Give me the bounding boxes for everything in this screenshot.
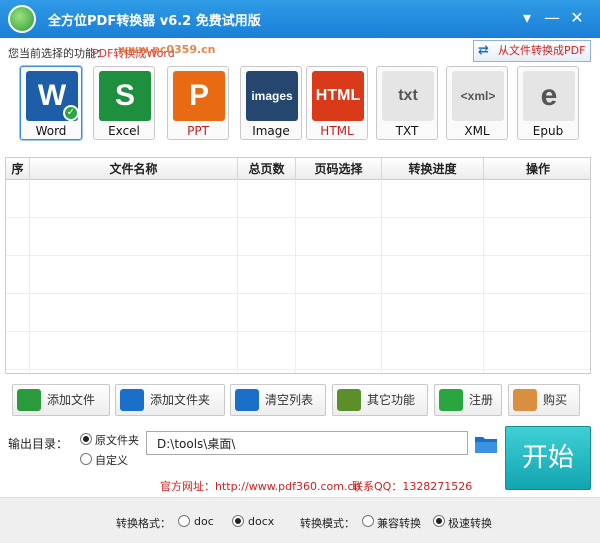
watermark-text: www.pc0359.cn — [118, 43, 216, 56]
window-title: 全方位PDF转换器 v6.2 免费试用版 — [48, 14, 261, 29]
format-tile-word[interactable]: W ✓ Word — [20, 66, 82, 140]
format-doc-label: doc — [194, 515, 214, 528]
add-folder-button[interactable]: 添加文件夹 — [115, 384, 225, 416]
format-label: Excel — [108, 124, 140, 138]
convert-to-pdf-button[interactable]: ⇄ 从文件转换成PDF — [473, 40, 591, 62]
minimize-button[interactable]: — — [541, 8, 563, 28]
table-row[interactable] — [6, 256, 590, 294]
radio-mode-fast[interactable] — [433, 515, 445, 527]
epub-format-icon: e — [523, 71, 575, 121]
table-header: 序 文件名称 总页数 页码选择 转换进度 操作 — [6, 158, 590, 180]
format-docx-label: docx — [248, 515, 275, 528]
format-label: Epub — [532, 124, 564, 138]
mode-compat-label: 兼容转换 — [377, 517, 421, 530]
menu-dropdown-icon[interactable]: ▾ — [516, 8, 538, 28]
table-row[interactable] — [6, 294, 590, 332]
format-label: PPT — [187, 124, 209, 138]
col-filename[interactable]: 文件名称 — [30, 158, 238, 180]
buy-bag-icon — [513, 389, 537, 411]
format-tile-epub[interactable]: e Epub — [517, 66, 579, 140]
radio-original-folder[interactable] — [80, 433, 92, 445]
action-label: 添加文件 — [47, 393, 96, 407]
file-table: 序 文件名称 总页数 页码选择 转换进度 操作 — [5, 157, 591, 374]
clear-list-button[interactable]: 清空列表 — [230, 384, 326, 416]
action-label: 清空列表 — [265, 393, 314, 407]
browse-folder-icon[interactable] — [474, 434, 498, 454]
swap-arrows-icon: ⇄ — [478, 43, 489, 58]
start-button[interactable]: 开始 — [505, 426, 591, 490]
other-functions-icon — [337, 389, 361, 411]
buy-bag-button[interactable]: 购买 — [508, 384, 580, 416]
register-check-icon — [439, 389, 463, 411]
mode-fast-label: 极速转换 — [448, 517, 492, 530]
add-folder-icon — [120, 389, 144, 411]
html-format-icon: HTML — [312, 71, 364, 121]
clear-list-icon — [235, 389, 259, 411]
register-check-button[interactable]: 注册 — [434, 384, 502, 416]
selected-check-icon: ✓ — [63, 105, 79, 121]
app-logo-icon — [8, 5, 36, 33]
radio-mode-compat[interactable] — [362, 515, 374, 527]
action-label: 注册 — [469, 393, 494, 407]
website-link[interactable]: 官方网址：http://www.pdf360.com.cn — [160, 478, 361, 494]
output-path-input[interactable] — [146, 431, 468, 455]
col-total-pages[interactable]: 总页数 — [238, 158, 296, 180]
format-label: Image — [252, 124, 290, 138]
col-page-range[interactable]: 页码选择 — [296, 158, 382, 180]
action-label: 添加文件夹 — [150, 393, 211, 407]
format-tile-excel[interactable]: S Excel — [93, 66, 155, 140]
contact-qq: 联系QQ：1328271526 — [352, 480, 473, 493]
format-label: XML — [464, 124, 490, 138]
table-row[interactable] — [6, 218, 590, 256]
ppt-format-icon: P — [173, 71, 225, 121]
format-label: Word — [35, 124, 67, 138]
radio-format-docx[interactable] — [232, 515, 244, 527]
mode-label: 转换模式： — [300, 517, 355, 530]
table-row[interactable] — [6, 332, 590, 370]
close-button[interactable]: ✕ — [566, 8, 588, 28]
add-file-icon — [17, 389, 41, 411]
table-row[interactable] — [6, 180, 590, 218]
format-tile-image[interactable]: images Image — [240, 66, 302, 140]
other-functions-button[interactable]: 其它功能 — [332, 384, 428, 416]
output-dir-label: 输出目录： — [8, 437, 69, 451]
action-label: 其它功能 — [367, 393, 416, 407]
image-format-icon: images — [246, 71, 298, 121]
title-bar: 全方位PDF转换器 v6.2 免费试用版 ▾ — ✕ — [0, 0, 600, 38]
format-tile-xml[interactable]: <xml> XML — [446, 66, 508, 140]
col-progress[interactable]: 转换进度 — [382, 158, 484, 180]
format-label: 转换格式： — [116, 517, 171, 530]
excel-format-icon: S — [99, 71, 151, 121]
options-bar: 转换格式： doc docx 转换模式： 兼容转换 极速转换 — [0, 497, 600, 543]
col-index[interactable]: 序 — [6, 158, 30, 180]
xml-format-icon: <xml> — [452, 71, 504, 121]
radio-custom-folder[interactable] — [80, 453, 92, 465]
format-label: TXT — [395, 124, 419, 138]
txt-format-icon: txt — [382, 71, 434, 121]
col-actions[interactable]: 操作 — [484, 158, 590, 180]
format-tile-html[interactable]: HTML HTML — [306, 66, 368, 140]
original-folder-label: 原文件夹 — [95, 434, 139, 447]
action-label: 购买 — [543, 393, 568, 407]
convert-to-pdf-label: 从文件转换成PDF — [498, 44, 586, 57]
format-tile-ppt[interactable]: P PPT — [167, 66, 229, 140]
custom-folder-label: 自定义 — [95, 454, 128, 467]
add-file-button[interactable]: 添加文件 — [12, 384, 110, 416]
radio-format-doc[interactable] — [178, 515, 190, 527]
format-tile-txt[interactable]: txt TXT — [376, 66, 438, 140]
format-label: HTML — [320, 124, 354, 138]
